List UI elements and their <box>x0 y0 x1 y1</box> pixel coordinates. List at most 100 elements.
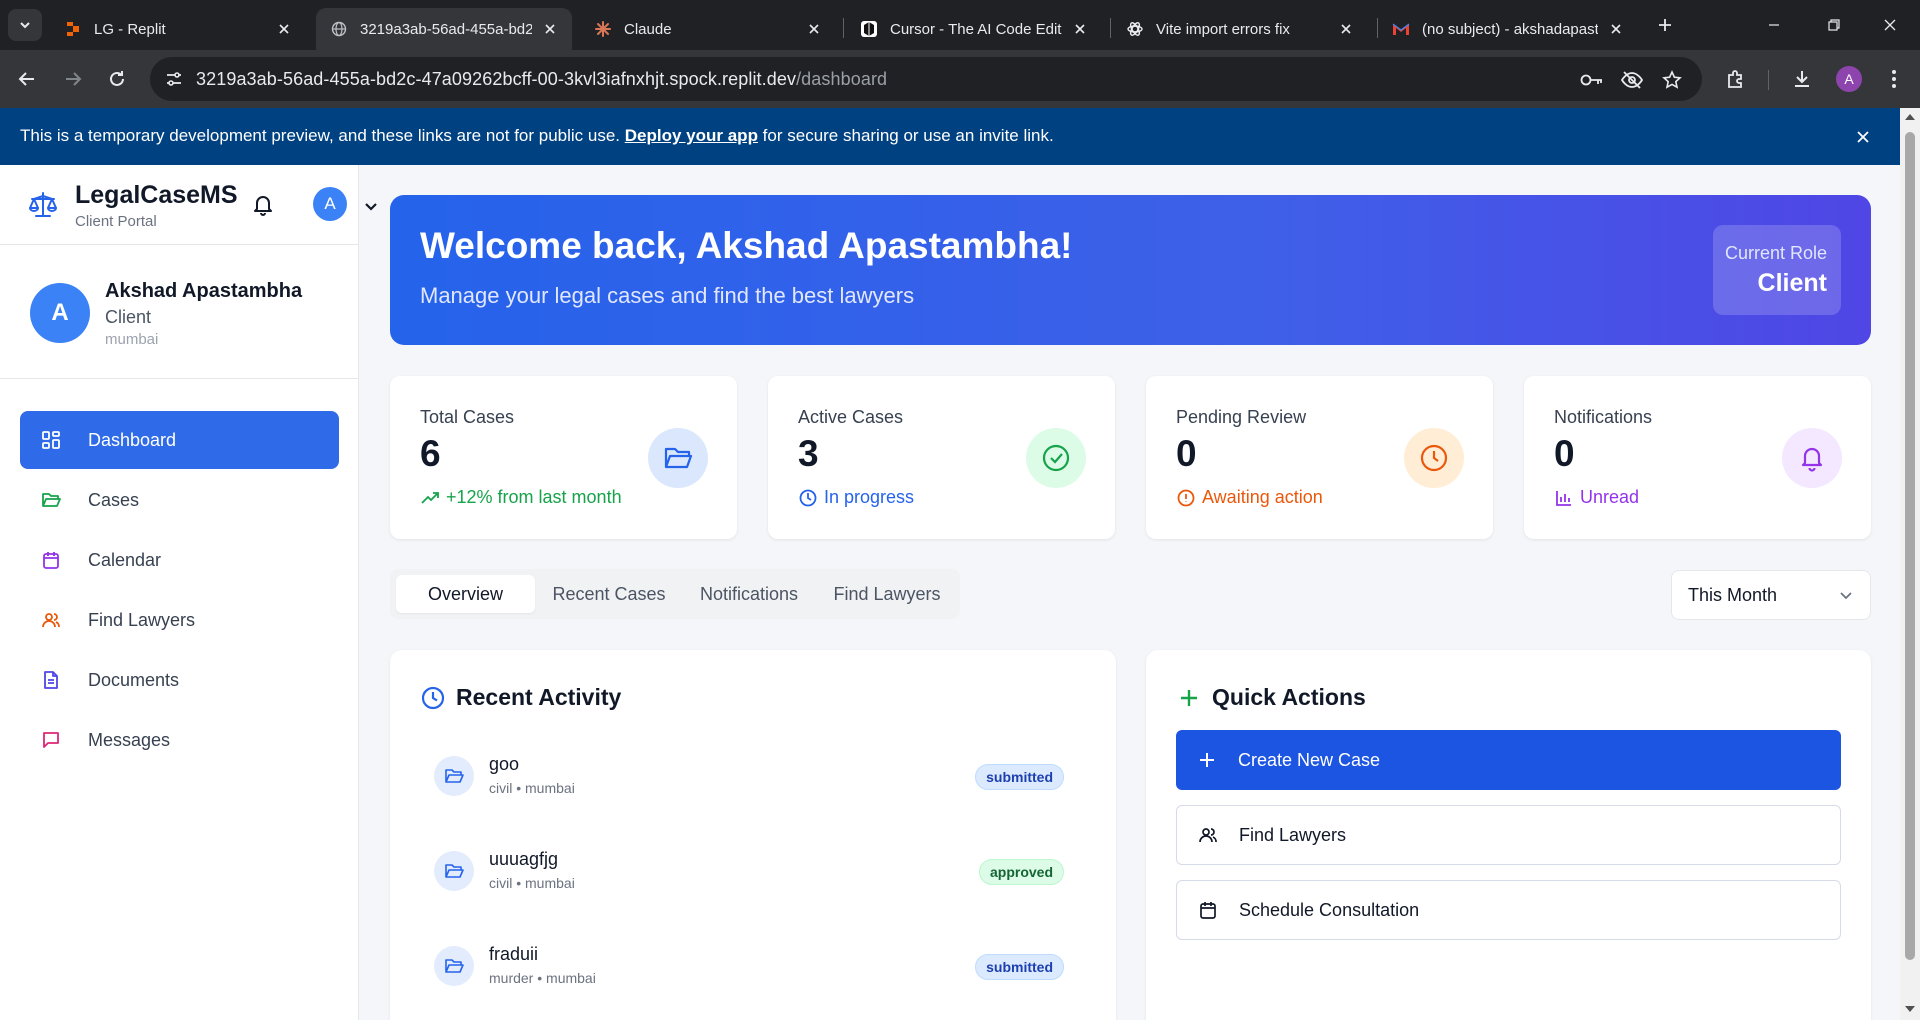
welcome-subtitle: Manage your legal cases and find the bes… <box>420 283 915 308</box>
stat-value: 0 <box>1554 433 1575 474</box>
button-label: Find Lawyers <box>1239 824 1347 845</box>
sidebar-item-label: Dashboard <box>88 429 177 450</box>
stat-value: 6 <box>420 433 441 474</box>
close-icon[interactable] <box>1606 19 1626 39</box>
openai-icon <box>1126 20 1144 38</box>
browser-tab-active[interactable]: 3219a3ab-56ad-455a-bd2c <box>316 8 572 50</box>
activity-title: uuuagfjg <box>489 849 559 869</box>
user-menu-avatar[interactable]: A <box>313 187 347 221</box>
message-icon <box>40 729 62 751</box>
key-icon[interactable] <box>1580 68 1604 92</box>
sidebar-item-label: Documents <box>88 669 180 690</box>
extensions-icon[interactable] <box>1722 65 1750 93</box>
user-location: mumbai <box>105 331 159 348</box>
current-role-box: Current Role Client <box>1713 225 1841 315</box>
sidebar-item-find-lawyers[interactable]: Find Lawyers <box>20 591 339 649</box>
folder-icon <box>434 851 474 891</box>
period-select[interactable]: This Month <box>1671 570 1871 620</box>
window-close-button[interactable] <box>1870 10 1910 40</box>
create-new-case-button[interactable]: Create New Case <box>1176 730 1841 790</box>
sidebar-item-documents[interactable]: Documents <box>20 651 339 709</box>
claude-icon <box>594 20 612 38</box>
banner-text-after: for secure sharing or use an invite link… <box>757 126 1054 145</box>
browser-tab[interactable]: Vite import errors fix <box>1112 8 1368 50</box>
new-tab-button[interactable] <box>1652 12 1678 38</box>
sidebar-item-calendar[interactable]: Calendar <box>20 531 339 589</box>
tab-separator <box>1110 18 1111 38</box>
eye-off-icon[interactable] <box>1620 68 1644 92</box>
status-badge: submitted <box>975 954 1064 980</box>
forward-button[interactable] <box>58 64 88 94</box>
address-bar[interactable]: 3219a3ab-56ad-455a-bd2c-47a09262bcff-00-… <box>150 57 1702 101</box>
sidebar-item-label: Find Lawyers <box>88 609 196 630</box>
sidebar-item-dashboard[interactable]: Dashboard <box>20 411 339 469</box>
list-item[interactable]: uuuagfjg civil • mumbai approved <box>434 842 1064 902</box>
find-lawyers-button[interactable]: Find Lawyers <box>1176 805 1841 865</box>
close-icon[interactable] <box>1336 19 1356 39</box>
bell-icon <box>1782 428 1842 488</box>
tab-overview[interactable]: Overview <box>396 575 535 613</box>
page-scrollbar[interactable] <box>1900 108 1920 1020</box>
stat-label: Total Cases <box>420 407 515 427</box>
stat-value: 0 <box>1176 433 1197 474</box>
scrollbar-thumb[interactable] <box>1905 132 1915 960</box>
scroll-up-arrow[interactable] <box>1905 114 1915 120</box>
clock-icon <box>1404 428 1464 488</box>
bell-icon[interactable] <box>250 192 276 223</box>
profile-avatar[interactable]: A <box>1836 66 1862 92</box>
schedule-consultation-button[interactable]: Schedule Consultation <box>1176 880 1841 940</box>
deploy-app-link[interactable]: Deploy your app <box>625 126 758 145</box>
banner-close-button[interactable] <box>1850 124 1876 150</box>
page-title: Welcome back, Akshad Apastambha! <box>420 225 1073 266</box>
url-host: 3219a3ab-56ad-455a-bd2c-47a09262bcff-00-… <box>196 69 797 89</box>
list-item[interactable]: goo civil • mumbai submitted <box>434 747 1064 807</box>
more-menu-icon[interactable] <box>1880 65 1908 93</box>
close-icon[interactable] <box>1070 19 1090 39</box>
brand-name: LegalCaseMS <box>75 181 238 209</box>
back-button[interactable] <box>12 64 42 94</box>
minimize-button[interactable] <box>1754 10 1794 40</box>
browser-tab[interactable]: Cursor - The AI Code Editor <box>846 8 1102 50</box>
close-icon[interactable] <box>804 19 824 39</box>
restore-button[interactable] <box>1814 10 1854 40</box>
site-info-icon[interactable] <box>164 69 184 94</box>
document-icon <box>40 669 62 691</box>
browser-tab[interactable]: Claude <box>580 8 836 50</box>
sidebar-item-cases[interactable]: Cases <box>20 471 339 529</box>
user-profile-card: A Akshad Apastambha Client mumbai <box>0 245 359 379</box>
users-icon <box>40 609 62 631</box>
tab-find-lawyers[interactable]: Find Lawyers <box>820 575 954 613</box>
tab-notifications[interactable]: Notifications <box>682 575 816 613</box>
activity-meta: murder • mumbai <box>489 970 596 986</box>
tab-recent-cases[interactable]: Recent Cases <box>540 575 678 613</box>
sidebar: LegalCaseMS Client Portal A A Akshad Apa… <box>0 165 359 1020</box>
stat-note: +12% from last month <box>420 487 622 508</box>
activity-meta: civil • mumbai <box>489 780 575 796</box>
tab-search-button[interactable] <box>8 9 42 41</box>
close-icon[interactable] <box>540 19 560 39</box>
check-circle-icon <box>1026 428 1086 488</box>
stat-label: Notifications <box>1554 407 1653 427</box>
browser-tab[interactable]: (no subject) - akshadapastamb <box>1378 8 1638 50</box>
list-item[interactable]: fraduii murder • mumbai submitted <box>434 937 1064 997</box>
globe-icon <box>330 20 348 38</box>
toolbar-separator <box>1768 70 1769 90</box>
browser-tab[interactable]: LG - Replit <box>50 8 306 50</box>
download-icon[interactable] <box>1788 65 1816 93</box>
scale-icon <box>28 190 58 225</box>
replit-icon <box>64 20 82 38</box>
arrow-right-icon <box>66 72 82 86</box>
tab-separator <box>843 18 844 38</box>
stat-label: Active Cases <box>798 407 904 427</box>
close-icon[interactable] <box>274 19 294 39</box>
reload-button[interactable] <box>102 64 132 94</box>
folder-icon <box>648 428 708 488</box>
scroll-down-arrow[interactable] <box>1905 1006 1915 1012</box>
chevron-down-icon[interactable] <box>364 199 378 217</box>
star-icon[interactable] <box>1660 68 1684 92</box>
chevron-down-icon <box>1838 587 1854 608</box>
sidebar-item-messages[interactable]: Messages <box>20 711 339 769</box>
sidebar-item-label: Messages <box>88 729 171 750</box>
minimize-icon <box>1769 24 1779 26</box>
panel-title-text: Quick Actions <box>1212 684 1366 710</box>
